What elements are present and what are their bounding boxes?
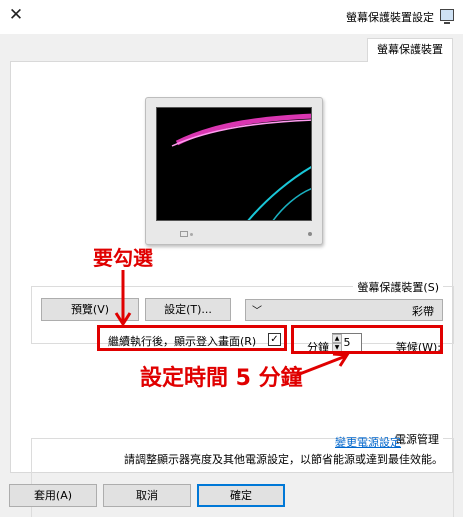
cancel-button[interactable]: 取消 xyxy=(103,484,191,507)
ok-button[interactable]: 確定 xyxy=(197,484,285,507)
tab-screensaver[interactable]: 螢幕保護裝置 xyxy=(367,38,453,62)
change-power-settings-link[interactable]: 變更電源設定 xyxy=(335,434,401,450)
apply-button[interactable]: 套用(A) xyxy=(9,484,97,507)
